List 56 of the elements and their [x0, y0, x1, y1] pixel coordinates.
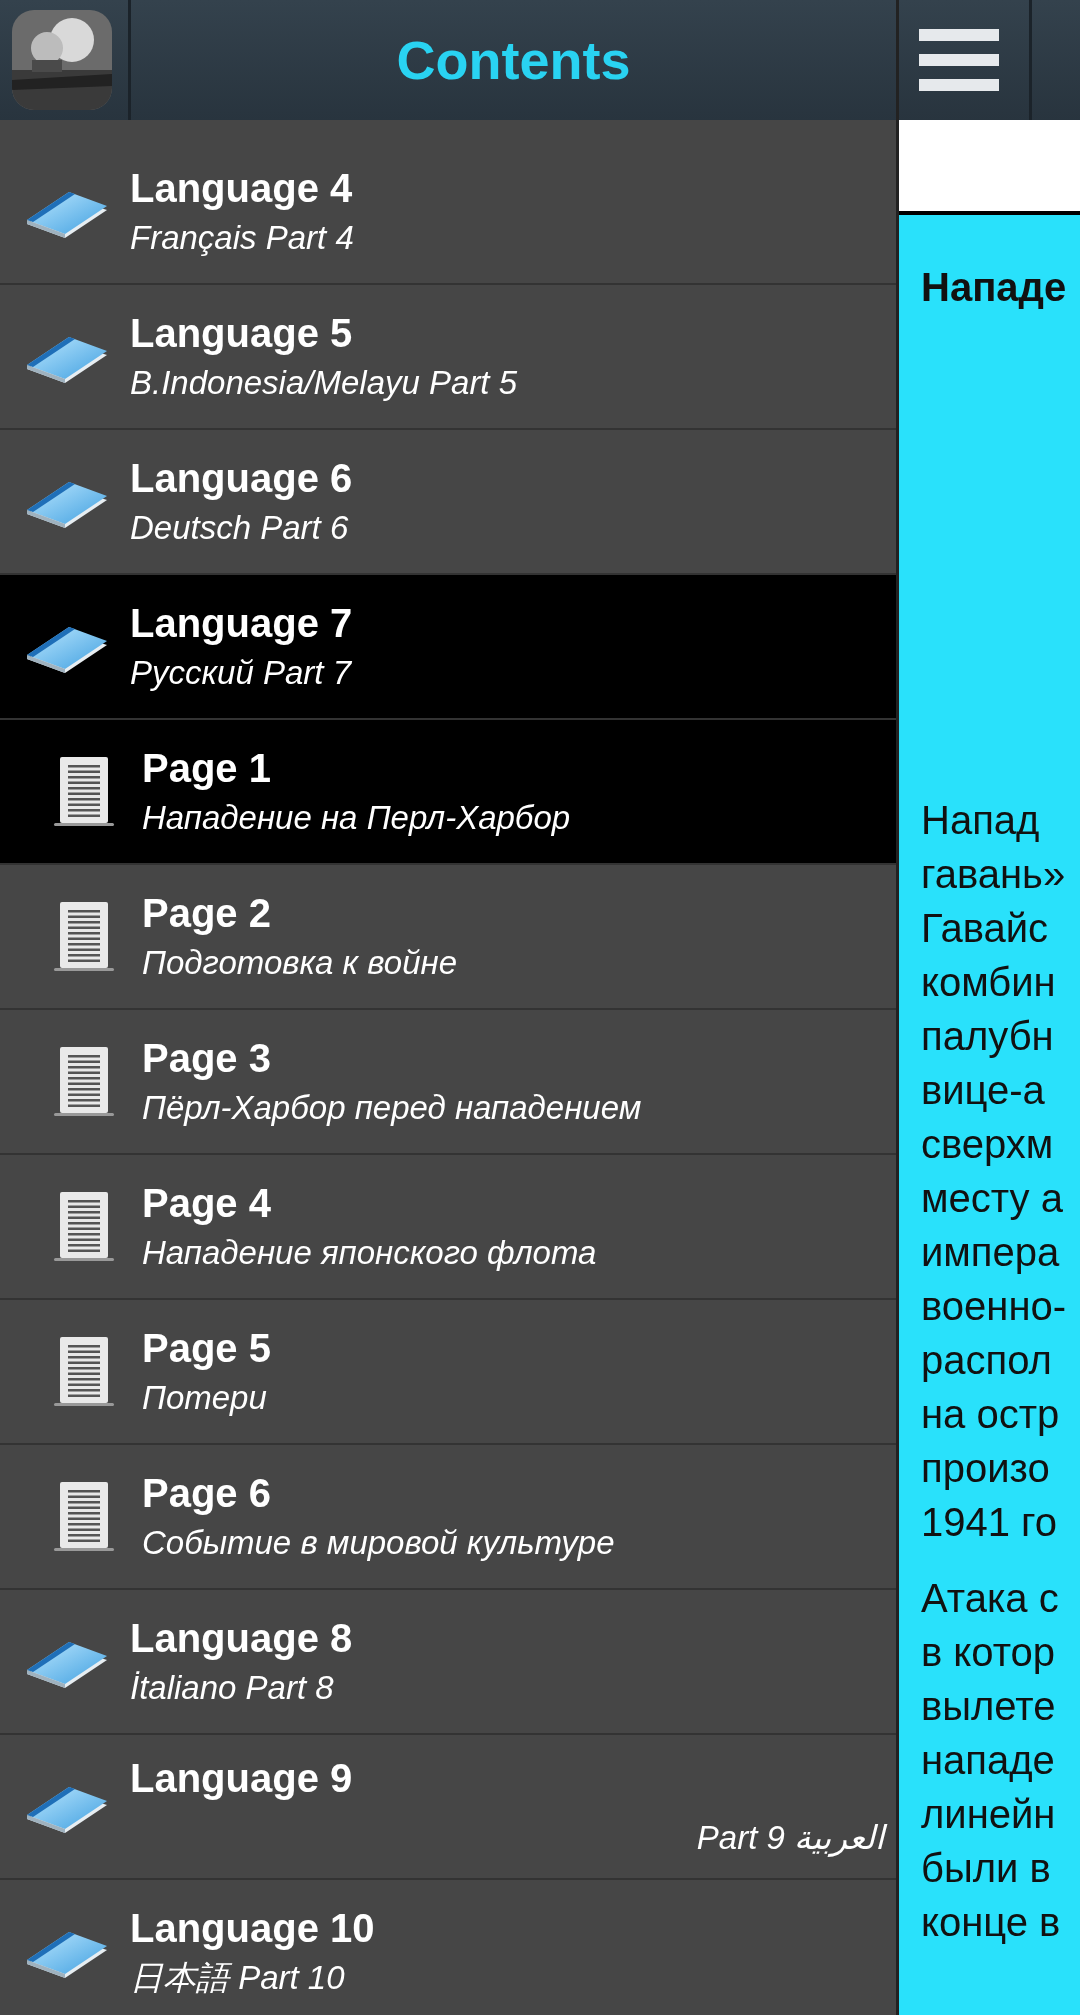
- article-line: военно-: [921, 1283, 1068, 1330]
- article-line: на остр: [921, 1391, 1061, 1438]
- article-line: сверхм: [921, 1121, 1055, 1168]
- item-subtitle: Русский Part 7: [130, 652, 351, 693]
- article-line: произо: [921, 1445, 1051, 1492]
- item-title: Language 6: [130, 454, 354, 502]
- item-subtitle: İtaliano Part 8: [130, 1667, 334, 1708]
- article-line: комбин: [921, 959, 1057, 1006]
- document-icon: [52, 899, 116, 974]
- article-line: в котор: [921, 1629, 1057, 1676]
- item-title: Page 4: [142, 1179, 272, 1227]
- contents-item[interactable]: Page 1 Нападение на Перл-Харбор: [0, 720, 896, 865]
- item-subtitle: B.Indonesia/Melayu Part 5: [130, 362, 518, 403]
- article-line: палубн: [921, 1013, 1055, 1060]
- article-line: гавань»: [921, 851, 1067, 898]
- article-line: линейн: [921, 1791, 1057, 1838]
- item-title: Page 6: [142, 1469, 272, 1517]
- item-title: Language 4: [130, 164, 354, 212]
- item-subtitle: Нападение японского флота: [142, 1232, 597, 1273]
- article-line: конце в: [921, 1899, 1062, 1946]
- item-title: Page 3: [142, 1034, 272, 1082]
- article-line: были в: [921, 1845, 1052, 1892]
- item-subtitle: Подготовка к войне: [142, 942, 458, 983]
- article-line: импера: [921, 1229, 1061, 1276]
- document-icon: [52, 1044, 116, 1119]
- item-subtitle: Нападение на Перл-Харбор: [142, 797, 571, 838]
- header-title: Contents: [395, 28, 632, 92]
- item-subtitle: Событие в мировой культуре: [142, 1522, 615, 1563]
- item-title: Language 5: [130, 309, 354, 357]
- article-line: Напад: [921, 797, 1041, 844]
- item-title: Language 9: [130, 1754, 354, 1802]
- article-line: Атака с: [921, 1575, 1060, 1622]
- item-subtitle: Deutsch Part 6: [130, 507, 349, 548]
- article-line: 1941 го: [921, 1499, 1059, 1546]
- article-line: вице-а: [921, 1067, 1046, 1114]
- item-subtitle: Français Part 4: [130, 217, 354, 258]
- item-subtitle: Потери: [142, 1377, 267, 1418]
- item-title: Page 1: [142, 744, 272, 792]
- article-line: нападе: [921, 1737, 1056, 1784]
- item-title: Language 7: [130, 599, 354, 647]
- article-heading: Нападе: [921, 264, 1068, 311]
- item-subtitle: Пёрл-Харбор перед нападением: [142, 1087, 642, 1128]
- document-icon: [52, 1334, 116, 1409]
- item-title: Language 10: [130, 1904, 376, 1952]
- article-line: Гавайс: [921, 905, 1050, 952]
- contents-item[interactable]: Language 7 Русский Part 7: [0, 575, 896, 720]
- item-title: Language 8: [130, 1614, 354, 1662]
- article-line: месту а: [921, 1175, 1064, 1222]
- article-line: распол: [921, 1337, 1053, 1384]
- item-title: Page 2: [142, 889, 272, 937]
- document-icon: [52, 1189, 116, 1264]
- item-subtitle: 日本語 Part 10: [130, 1957, 345, 1998]
- article-line: вылете: [921, 1683, 1057, 1730]
- item-title: Page 5: [142, 1324, 272, 1372]
- document-icon: [52, 1479, 116, 1554]
- document-icon: [52, 754, 116, 829]
